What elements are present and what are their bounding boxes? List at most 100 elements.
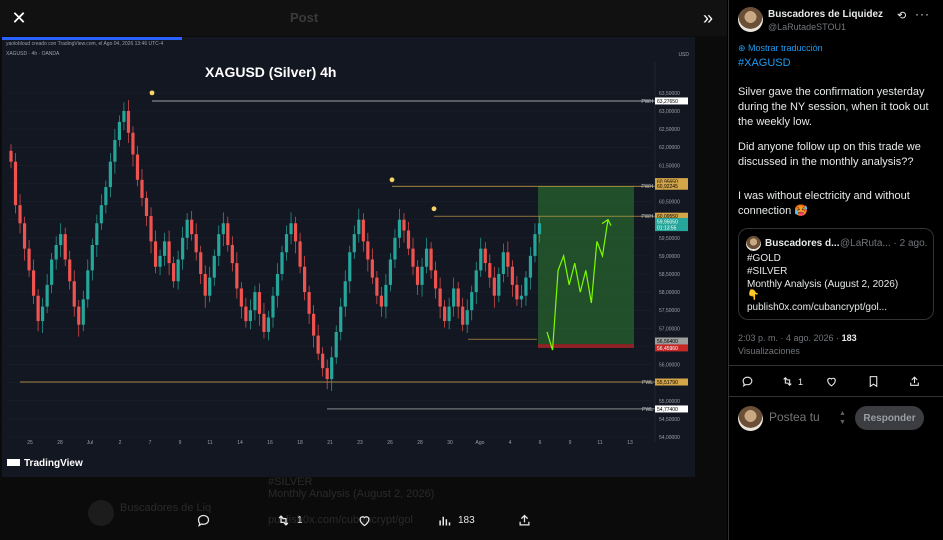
repost-count: 1: [297, 515, 303, 526]
candle-body: [18, 205, 22, 224]
repost-button[interactable]: 1: [276, 513, 303, 528]
x-tick-label: 16: [267, 440, 273, 446]
x-tick-label: 9: [179, 440, 182, 446]
tradingview-brand: TradingView: [24, 458, 83, 469]
author-avatar[interactable]: [738, 7, 763, 32]
candle-body: [361, 219, 365, 242]
candle-body: [181, 237, 185, 260]
x-tick-label: 25: [27, 440, 33, 446]
more-options-icon[interactable]: ···: [915, 7, 930, 21]
like-button[interactable]: [825, 375, 842, 388]
candle-body: [190, 219, 194, 235]
bookmark-button[interactable]: [867, 375, 884, 388]
candle-body: [497, 273, 501, 296]
candle-body: [465, 310, 469, 325]
alert-bulb-icon: [431, 206, 437, 212]
candle-body: [239, 288, 243, 307]
reply-button[interactable]: [196, 513, 217, 528]
candle-body: [452, 288, 456, 307]
x-tick-label: Ago: [476, 440, 485, 446]
quote-line: #SILVER: [747, 266, 788, 277]
candle-body: [293, 223, 298, 242]
x-tick-label: 23: [357, 440, 363, 446]
author-handle[interactable]: @LaRutadeSTOU1: [768, 22, 846, 32]
candle-body: [357, 219, 361, 235]
y-tick-label: 55,00000: [659, 399, 680, 405]
candle-body: [420, 266, 424, 285]
current-user-avatar: [738, 406, 763, 431]
repost-icon: [783, 376, 792, 387]
candle-body: [221, 223, 225, 235]
currency-label: USD: [678, 52, 689, 58]
candle-body: [388, 259, 393, 285]
views-icon: [439, 516, 451, 526]
candle-body: [194, 234, 198, 253]
share-button[interactable]: [517, 513, 538, 528]
y-tick-label: 57,00000: [659, 326, 680, 332]
like-button[interactable]: [357, 513, 378, 528]
y-tick-label: 62,50000: [659, 127, 680, 133]
translate-link[interactable]: ⊕ Mostrar traducción: [738, 43, 823, 54]
y-tick-label: 63,00000: [659, 109, 680, 115]
share-button[interactable]: [908, 375, 925, 388]
price-label: 60,92245: [657, 184, 678, 190]
repost-icon: [278, 515, 289, 526]
repost-button[interactable]: 1: [781, 375, 803, 388]
y-tick-label: 54,50000: [659, 417, 680, 423]
candle-body: [429, 248, 433, 271]
reply-input[interactable]: [769, 410, 839, 424]
candle-body: [298, 241, 302, 267]
candle-body: [149, 216, 153, 242]
post-timestamp[interactable]: 2:03 p. m. · 4 ago. 2026 ·: [738, 333, 842, 343]
quoted-post[interactable]: Buscadores d... @LaRuta... · 2 ago. #GOL…: [738, 228, 934, 320]
background-post-header: Post: [0, 0, 727, 36]
close-button[interactable]: ✕: [6, 5, 32, 31]
candle-body: [406, 230, 411, 249]
candle-body: [528, 255, 533, 278]
post-panel: Buscadores de Liquidez @LaRutadeSTOU1 ⟲ …: [728, 0, 943, 540]
tradingview-icon: [7, 459, 20, 466]
candle-body: [172, 263, 176, 282]
reply-submit-button[interactable]: Responder: [855, 406, 924, 430]
candle-body: [113, 139, 117, 162]
reply-button[interactable]: [741, 375, 758, 388]
candle-body: [488, 263, 492, 278]
candle-body: [158, 255, 162, 267]
y-tick-label: 58,50000: [659, 272, 680, 278]
candle-body: [208, 277, 212, 296]
candle-body: [316, 335, 320, 354]
quote-link[interactable]: publish0x.com/cubancrypt/gol...: [747, 302, 887, 313]
bookmark-icon: [869, 376, 878, 388]
author-name[interactable]: Buscadores de Liquidez: [768, 9, 883, 20]
candle-body: [99, 205, 103, 224]
candle-body: [95, 223, 99, 246]
price-label: 63,27650: [657, 99, 678, 105]
expand-panel-button[interactable]: »: [695, 5, 721, 31]
candle-body: [397, 219, 402, 238]
candle-body: [280, 252, 284, 274]
views-button[interactable]: 183: [437, 513, 475, 528]
candle-body: [63, 234, 67, 260]
candle-body: [226, 223, 230, 246]
candle-body: [339, 306, 343, 332]
candle-body: [54, 245, 58, 260]
share-icon: [519, 514, 530, 526]
candle-body: [384, 284, 388, 307]
x-tick-label: 28: [57, 440, 63, 446]
candle-body: [325, 368, 329, 380]
repost-count: 1: [798, 376, 804, 387]
close-icon: ✕: [11, 7, 27, 28]
grok-icon[interactable]: ⟲: [897, 9, 906, 22]
post-paragraph: Did anyone follow up on this trade we di…: [738, 141, 921, 168]
candle-body: [104, 187, 108, 206]
candle-body: [506, 252, 510, 267]
candle-body: [257, 292, 262, 314]
candle-body: [217, 234, 221, 256]
candle-body: [312, 313, 316, 336]
alert-bulb-icon: [149, 90, 155, 96]
x-tick-label: 26: [387, 440, 393, 446]
candle-body: [424, 248, 429, 267]
hashtag-link[interactable]: #XAGUSD: [738, 57, 791, 69]
candle-body: [199, 252, 203, 274]
price-label: 55,51790: [657, 380, 678, 386]
